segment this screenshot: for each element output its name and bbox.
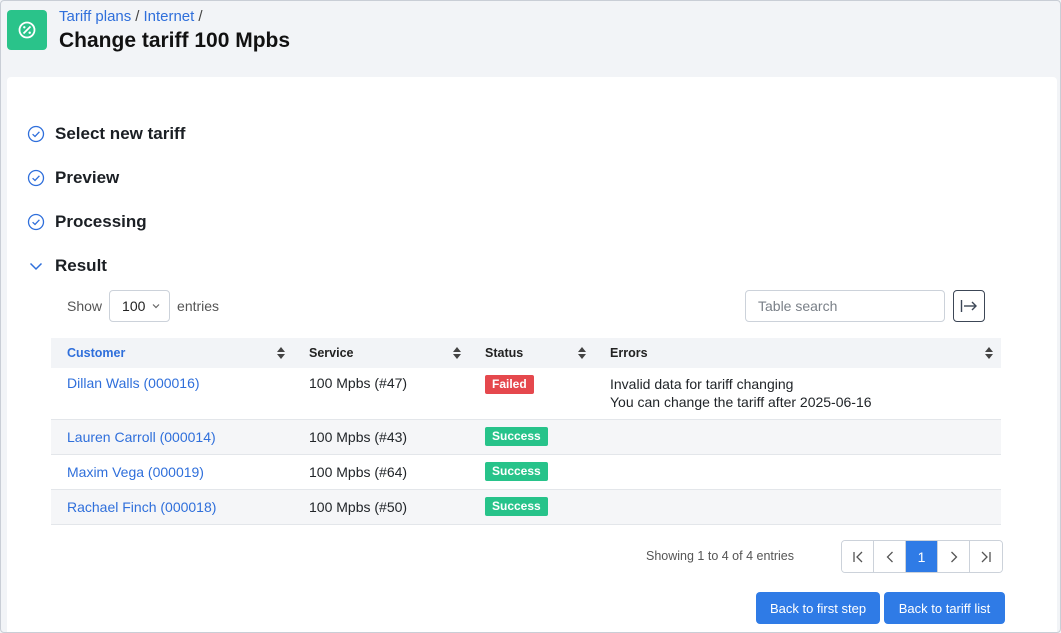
export-arrow-icon [960, 300, 977, 312]
chevron-left-icon [886, 551, 893, 562]
column-label: Customer [67, 346, 126, 360]
next-page-button[interactable] [938, 541, 970, 572]
step-label: Select new tariff [55, 124, 186, 143]
pagination: 1 [841, 540, 1003, 573]
status-cell: Success [469, 489, 594, 525]
chevron-right-icon [950, 551, 957, 562]
step-label: Processing [55, 212, 147, 231]
entries-label: entries [177, 298, 220, 314]
status-badge: Failed [485, 375, 534, 394]
step-label: Result [55, 256, 107, 275]
service-cell: 100 Mpbs (#47) [293, 368, 469, 420]
pagination-info: Showing 1 to 4 of 4 entries [646, 549, 795, 563]
entries-value: 100 [122, 298, 146, 314]
column-label: Service [309, 346, 354, 360]
status-badge: Success [485, 427, 548, 446]
customer-link[interactable]: Rachael Finch (000018) [51, 489, 293, 525]
sort-icon [277, 347, 285, 359]
status-badge: Success [485, 462, 548, 481]
check-circle-icon [27, 169, 45, 187]
chevron-down-icon [29, 262, 43, 271]
column-header-customer[interactable]: Customer [51, 338, 293, 368]
chevron-down-icon [152, 304, 160, 309]
status-cell: Success [469, 419, 594, 455]
previous-page-button[interactable] [874, 541, 906, 572]
wizard-card: Select new tariff Preview Processing Res… [7, 77, 1057, 632]
table-row: Rachael Finch (000018) 100 Mpbs (#50) Su… [51, 489, 1001, 525]
last-page-icon [981, 551, 991, 562]
column-header-service[interactable]: Service [293, 338, 469, 368]
status-badge: Success [485, 497, 548, 516]
first-page-icon [852, 551, 862, 562]
page-button-current[interactable]: 1 [906, 541, 938, 572]
service-cell: 100 Mpbs (#64) [293, 454, 469, 490]
table-row: Lauren Carroll (000014) 100 Mpbs (#43) S… [51, 419, 1001, 455]
page-header: Tariff plans / Internet / Change tariff 100… [7, 7, 1057, 73]
check-circle-icon [27, 213, 45, 231]
step-preview[interactable]: Preview [27, 166, 119, 190]
service-cell: 100 Mpbs (#50) [293, 489, 469, 525]
breadcrumb-separator: / [135, 8, 140, 25]
sort-icon [985, 347, 993, 359]
errors-cell: Invalid data for tariff changing You can… [594, 368, 1001, 420]
back-to-first-step-button[interactable]: Back to first step [756, 592, 880, 624]
result-table: Customer Service Status Errors Dillan Wa… [51, 338, 1001, 525]
column-header-status[interactable]: Status [469, 338, 594, 368]
service-cell: 100 Mpbs (#43) [293, 419, 469, 455]
entries-select[interactable]: 100 [109, 290, 171, 322]
status-cell: Success [469, 454, 594, 490]
customer-link[interactable]: Maxim Vega (000019) [51, 454, 293, 490]
step-label: Preview [55, 168, 120, 187]
first-page-button[interactable] [842, 541, 874, 572]
customer-link[interactable]: Dillan Walls (000016) [51, 368, 293, 420]
breadcrumb-internet[interactable]: Internet [143, 8, 194, 25]
breadcrumb: Tariff plans / Internet / [59, 8, 206, 25]
table-row: Dillan Walls (000016) 100 Mpbs (#47) Fai… [51, 368, 1001, 420]
step-processing[interactable]: Processing [27, 210, 147, 234]
breadcrumb-tariff-plans[interactable]: Tariff plans [59, 8, 131, 25]
step-result[interactable]: Result [27, 254, 107, 278]
errors-cell [594, 454, 1001, 490]
errors-cell [594, 489, 1001, 525]
column-label: Errors [610, 346, 648, 360]
error-message: Invalid data for tariff changing [610, 376, 794, 392]
step-select-new-tariff[interactable]: Select new tariff [27, 122, 185, 146]
back-to-tariff-list-button[interactable]: Back to tariff list [884, 592, 1005, 624]
page-title: Change tariff 100 Mpbs [59, 29, 291, 52]
errors-cell [594, 419, 1001, 455]
table-header-row: Customer Service Status Errors [51, 338, 1001, 368]
check-circle-icon [27, 125, 45, 143]
sort-icon [578, 347, 586, 359]
last-page-button[interactable] [970, 541, 1002, 572]
column-header-errors[interactable]: Errors [594, 338, 1001, 368]
customer-link[interactable]: Lauren Carroll (000014) [51, 419, 293, 455]
error-message: You can change the tariff after 2025-06-… [610, 394, 872, 410]
sort-icon [453, 347, 461, 359]
table-row: Maxim Vega (000019) 100 Mpbs (#64) Succe… [51, 454, 1001, 490]
breadcrumb-separator: / [198, 8, 203, 25]
tariff-icon [7, 10, 47, 50]
entries-length-control: Show 100 entries [67, 290, 219, 322]
show-label: Show [67, 298, 103, 314]
status-cell: Failed [469, 368, 594, 420]
app-frame: Tariff plans / Internet / Change tariff 100… [0, 0, 1061, 633]
table-search-input[interactable] [745, 290, 945, 322]
column-label: Status [485, 346, 524, 360]
export-button[interactable] [953, 290, 985, 322]
